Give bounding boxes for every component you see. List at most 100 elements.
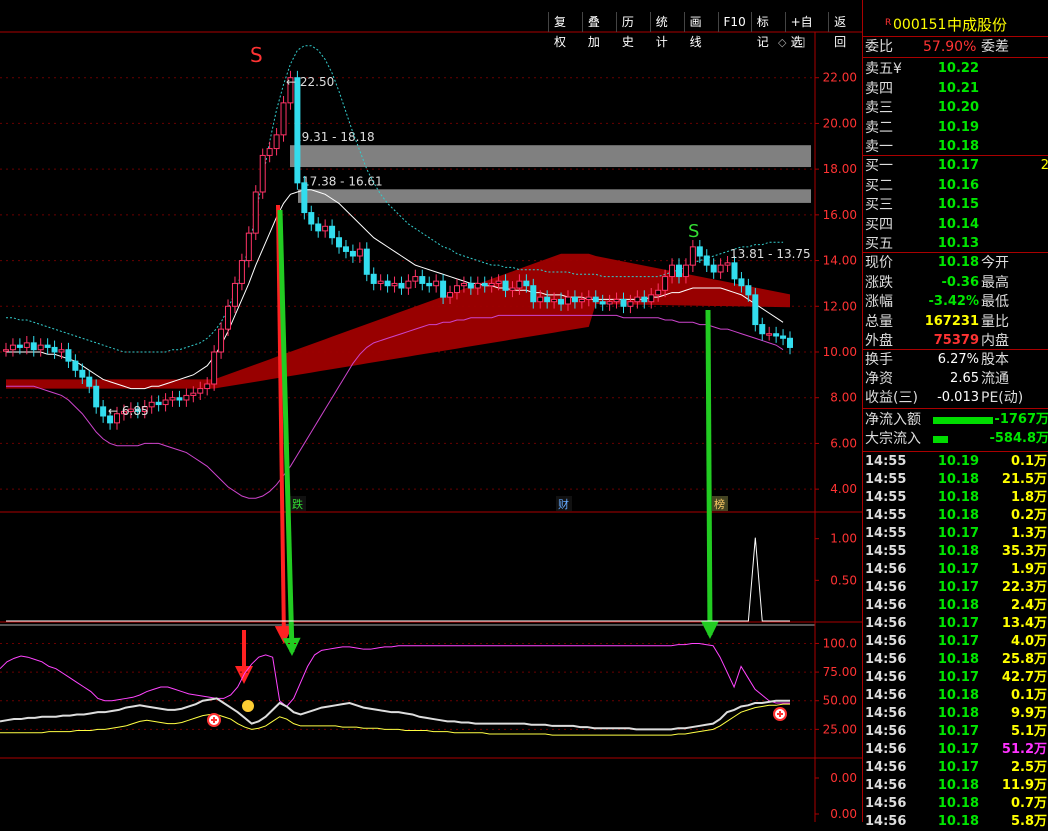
stat-label-2: 最高 — [981, 274, 1009, 291]
ytick-label: 6.00 — [830, 436, 857, 450]
tick-time: 14:56 — [865, 688, 907, 703]
toolbar-button-7[interactable]: +自选 — [784, 12, 828, 49]
stat-label-2: 今开 — [981, 255, 1009, 271]
candle — [266, 148, 273, 156]
sell-signal-s-2: S — [688, 221, 699, 242]
candle — [502, 280, 509, 291]
tick-volume: 0.1万 — [1010, 454, 1047, 469]
ytick-label: 4.00 — [830, 482, 857, 496]
resistance-zone-2 — [298, 189, 811, 203]
toolbar-button-0[interactable]: 复权 — [548, 12, 582, 49]
toolbar-button-3[interactable]: 统计 — [649, 12, 684, 49]
candle — [148, 401, 155, 408]
indicator-series-0 — [0, 642, 790, 708]
candle — [51, 346, 58, 353]
tick-time: 14:56 — [865, 616, 907, 631]
stat2-label: 换手 — [865, 352, 893, 368]
candle — [86, 376, 93, 387]
candle — [675, 264, 682, 278]
toolbar-button-5[interactable]: F10 — [717, 12, 751, 32]
bid-label: 买一 — [865, 158, 893, 174]
stock-name: 中成股份 — [947, 16, 1008, 34]
candle — [592, 296, 599, 303]
candle — [752, 294, 759, 326]
tick-price: 10.18 — [937, 814, 979, 829]
candle — [766, 333, 773, 336]
bid-row-3: 买四 10.14 — [863, 216, 1048, 234]
stat-label: 涨幅 — [865, 294, 893, 310]
zone-label-2: 17.38 - 16.61 — [302, 174, 383, 188]
toolbar-button-8[interactable]: 返回 — [828, 12, 862, 49]
ask-label: 卖五¥ — [865, 61, 902, 77]
candle — [655, 289, 662, 296]
bid-label: 买二 — [865, 177, 893, 194]
diamond-icon: ◇ — [778, 36, 787, 49]
chart-toolbar: 复权 叠加 历史 统计 画线 F10 标记 +自选 返回 — [548, 12, 862, 49]
tick-price: 10.18 — [937, 796, 979, 811]
toolbar-button-2[interactable]: 历史 — [615, 12, 650, 49]
tick-volume: 9.9万 — [1010, 706, 1047, 721]
candle — [689, 246, 696, 266]
tick-volume: 5.8万 — [1010, 814, 1047, 829]
candle — [356, 248, 363, 257]
tick-time: 14:55 — [865, 472, 907, 487]
stat-label: 总量 — [865, 313, 893, 330]
candle — [724, 262, 731, 266]
tick-row: 14:56 10.17 22.3万 — [863, 579, 1048, 597]
ask-label: 卖四 — [865, 80, 893, 97]
candle — [155, 401, 162, 406]
candle — [238, 260, 245, 284]
tick-price: 10.18 — [937, 778, 979, 793]
tick-volume: 1.8万 — [1010, 490, 1047, 505]
stat-label: 涨跌 — [865, 274, 893, 291]
tick-volume: 13.4万 — [1001, 616, 1047, 631]
toolbar-button-4[interactable]: 画线 — [683, 12, 718, 49]
candle — [613, 298, 620, 303]
stat2-label-2: 流通 — [981, 371, 1009, 387]
candle — [349, 250, 356, 257]
stat2-row-0: 换手 6.27% 股本 — [863, 351, 1048, 369]
candle — [516, 280, 523, 289]
candle — [405, 280, 412, 289]
event-badge-2: 榜 — [714, 497, 725, 511]
ytick-label: 8.00 — [830, 391, 857, 405]
toolbar-button-6[interactable]: 标记 — [750, 12, 785, 49]
stat2-value: 6.27% — [937, 352, 979, 367]
tick-row: 14:56 10.18 11.9万 — [863, 777, 1048, 795]
tick-row: 14:55 10.18 21.5万 — [863, 471, 1048, 489]
zone-label-3: 13.81 - 13.75 — [730, 247, 811, 261]
divider — [863, 408, 1048, 409]
chart-svg[interactable]: 22.00 20.00 18.00 16.00 14.00 12.00 10.00 8.00 6… — [0, 0, 862, 822]
tick-volume: 0.1万 — [1010, 688, 1047, 703]
kline-chart-area[interactable]: 22.00 20.00 18.00 16.00 14.00 12.00 10.00 8.00 6… — [0, 0, 862, 822]
stat2-value: -0.013 — [937, 390, 979, 405]
stat2-row-2: 收益(三) -0.013 PE(动) — [863, 389, 1048, 407]
tick-price: 10.18 — [937, 472, 979, 487]
weicha-label: 委差 — [981, 39, 1009, 55]
event-badge-1: 财 — [558, 497, 569, 511]
stat-row-4: 外盘 75379 内盘 — [863, 332, 1048, 350]
flow-value: -1767万 — [994, 412, 1048, 427]
stock-code: 000151 — [893, 17, 947, 33]
flow-row-1: 大宗流入 -584.8万 — [863, 430, 1048, 448]
tick-row: 14:55 10.18 35.3万 — [863, 543, 1048, 561]
tick-price: 10.18 — [937, 706, 979, 721]
divider — [863, 155, 1048, 156]
candle — [176, 397, 183, 401]
stat-value: 167231 — [924, 313, 979, 329]
stat2-label: 收益(三) — [865, 390, 918, 406]
bid-label: 买五 — [865, 236, 893, 252]
candle — [391, 282, 398, 287]
tick-price: 10.17 — [937, 634, 979, 649]
tick-volume: 0.7万 — [1010, 796, 1047, 811]
candle — [710, 264, 717, 273]
toolbar-button-1[interactable]: 叠加 — [581, 12, 616, 49]
stat-value: 75379 — [933, 333, 979, 348]
green-arrow-2-head — [700, 620, 719, 639]
tick-price: 10.17 — [937, 616, 979, 631]
bid-price: 10.16 — [937, 177, 979, 193]
candle — [787, 337, 793, 348]
ask-row-3: 卖二 10.19 — [863, 119, 1048, 137]
candle — [558, 298, 565, 305]
coin-icon — [242, 700, 254, 712]
